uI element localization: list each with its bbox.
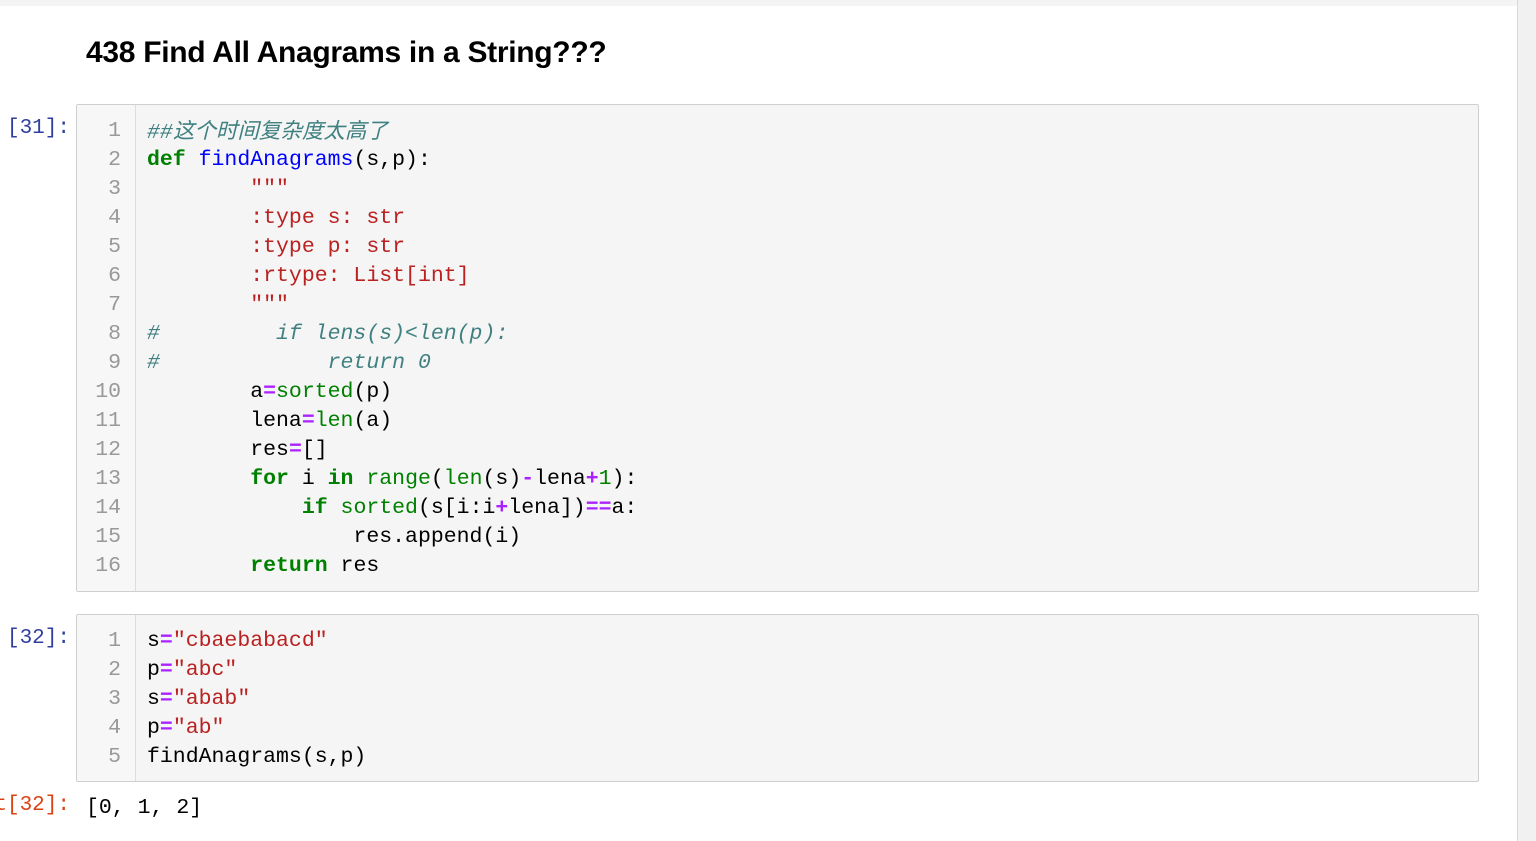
code-text[interactable]: def findAnagrams(s,p): bbox=[147, 146, 431, 175]
line-number: 4 bbox=[108, 716, 121, 740]
code-line[interactable]: 12 res=[] bbox=[77, 436, 1477, 465]
code-text[interactable]: a=sorted(p) bbox=[147, 378, 392, 407]
code-text[interactable]: """ bbox=[147, 175, 289, 204]
input-prompt-32: In [32]: bbox=[0, 627, 70, 650]
code-line[interactable]: 8 # if lens(s)<len(p): bbox=[77, 320, 1477, 349]
line-number: 7 bbox=[108, 293, 121, 317]
line-number: 5 bbox=[108, 745, 121, 769]
code-line[interactable]: 16 return res bbox=[77, 552, 1477, 581]
code-line[interactable]: 6 :rtype: List[int] bbox=[77, 262, 1477, 291]
code-text[interactable]: :rtype: List[int] bbox=[147, 262, 469, 291]
code-line[interactable]: 10 a=sorted(p) bbox=[77, 378, 1477, 407]
code-line[interactable]: 9 # return 0 bbox=[77, 349, 1477, 378]
code-line[interactable]: 11 lena=len(a) bbox=[77, 407, 1477, 436]
code-text[interactable]: # return 0 bbox=[147, 349, 431, 378]
code-cell-32[interactable]: 1 s="cbaebabacd" 2 p="abc" 3 s="abab" 4 p="ab" 5… bbox=[76, 614, 1479, 782]
code-line[interactable]: 13 for i in range(len(s)-lena+1): bbox=[77, 465, 1477, 494]
code-text[interactable]: res.append(i) bbox=[147, 523, 521, 552]
line-number: 1 bbox=[108, 119, 121, 143]
line-number: 6 bbox=[108, 264, 121, 288]
scrollbar-track[interactable] bbox=[1518, 0, 1536, 841]
line-number: 12 bbox=[95, 438, 121, 462]
line-number: 3 bbox=[108, 177, 121, 201]
line-number: 10 bbox=[95, 380, 121, 404]
line-number: 1 bbox=[108, 629, 121, 653]
line-number: 3 bbox=[108, 687, 121, 711]
code-line[interactable]: 3 s="abab" bbox=[77, 685, 1477, 714]
line-number: 5 bbox=[108, 235, 121, 259]
code-text[interactable]: p="abc" bbox=[147, 656, 237, 685]
code-text[interactable]: p="ab" bbox=[147, 714, 224, 743]
code-line[interactable]: 7 """ bbox=[77, 291, 1477, 320]
code-text[interactable]: findAnagrams(s,p) bbox=[147, 743, 366, 772]
code-line[interactable]: 2 p="abc" bbox=[77, 656, 1477, 685]
line-number: 11 bbox=[95, 409, 121, 433]
code-text[interactable]: res=[] bbox=[147, 436, 327, 465]
code-line[interactable]: 14 if sorted(s[i:i+lena])==a: bbox=[77, 494, 1477, 523]
output-prompt-32: Out[32]: bbox=[0, 794, 70, 817]
code-text[interactable]: return res bbox=[147, 552, 379, 581]
code-line[interactable]: 3 """ bbox=[77, 175, 1477, 204]
top-strip bbox=[0, 0, 1536, 6]
code-text[interactable]: lena=len(a) bbox=[147, 407, 392, 436]
line-number: 2 bbox=[108, 658, 121, 682]
code-line[interactable]: 2 def findAnagrams(s,p): bbox=[77, 146, 1477, 175]
cell-output: [0, 1, 2] bbox=[86, 796, 203, 820]
code-line[interactable]: 15 res.append(i) bbox=[77, 523, 1477, 552]
code-text[interactable]: for i in range(len(s)-lena+1): bbox=[147, 465, 637, 494]
code-cell-31[interactable]: 1 ##这个时间复杂度太高了 2 def findAnagrams(s,p): 3 ""… bbox=[76, 104, 1479, 592]
code-text[interactable]: s="abab" bbox=[147, 685, 250, 714]
code-text[interactable]: if sorted(s[i:i+lena])==a: bbox=[147, 494, 638, 523]
code-text[interactable]: :type p: str bbox=[147, 233, 405, 262]
code-text[interactable]: # if lens(s)<len(p): bbox=[147, 320, 508, 349]
code-line[interactable]: 1 s="cbaebabacd" bbox=[77, 627, 1477, 656]
line-number: 9 bbox=[108, 351, 121, 375]
code-text[interactable]: s="cbaebabacd" bbox=[147, 627, 328, 656]
code-line[interactable]: 1 ##这个时间复杂度太高了 bbox=[77, 117, 1477, 146]
input-prompt-31: In [31]: bbox=[0, 117, 70, 140]
code-line[interactable]: 5 :type p: str bbox=[77, 233, 1477, 262]
code-text[interactable]: """ bbox=[147, 291, 289, 320]
line-number: 8 bbox=[108, 322, 121, 346]
line-number: 2 bbox=[108, 148, 121, 172]
line-number: 16 bbox=[95, 554, 121, 578]
cell-heading: 438 Find All Anagrams in a String??? bbox=[86, 36, 607, 69]
line-number: 15 bbox=[95, 525, 121, 549]
line-number: 13 bbox=[95, 467, 121, 491]
code-line[interactable]: 4 p="ab" bbox=[77, 714, 1477, 743]
line-number: 14 bbox=[95, 496, 121, 520]
code-line[interactable]: 4 :type s: str bbox=[77, 204, 1477, 233]
code-text[interactable]: :type s: str bbox=[147, 204, 405, 233]
code-line[interactable]: 5 findAnagrams(s,p) bbox=[77, 743, 1477, 772]
line-number: 4 bbox=[108, 206, 121, 230]
code-text[interactable]: ##这个时间复杂度太高了 bbox=[147, 117, 388, 148]
